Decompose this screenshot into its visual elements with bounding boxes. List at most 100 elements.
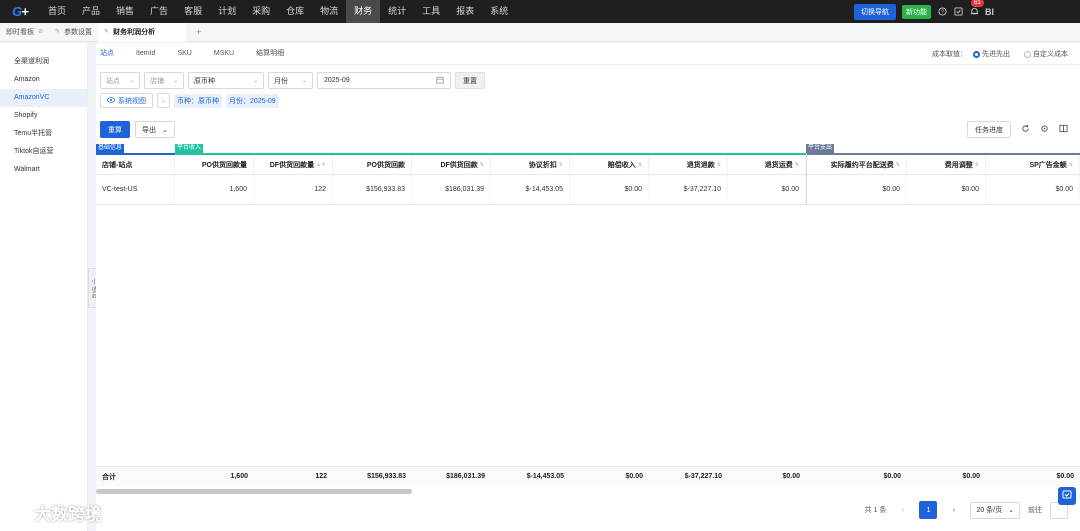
col-po-amount[interactable]: PO供货回款 — [333, 155, 412, 174]
columns-icon[interactable] — [1059, 124, 1068, 135]
total-sp-ads: $0.00 — [1056, 473, 1074, 480]
help-icon[interactable]: ? — [937, 7, 947, 17]
sort-icon[interactable]: ⇅ — [975, 162, 979, 168]
sidebar-item-all-channel[interactable]: 全渠道利润 — [0, 53, 87, 71]
total-po-amount: $156,933.83 — [367, 473, 406, 480]
task-check-icon[interactable] — [953, 7, 963, 17]
currency-select[interactable]: 原币种 ⌄ — [188, 72, 264, 89]
horizontal-scrollbar[interactable] — [96, 489, 412, 494]
period-type-select[interactable]: 月份 ⌄ — [268, 72, 313, 89]
column-divider — [806, 153, 807, 205]
col-store-site[interactable]: 店铺-站点 — [96, 155, 175, 174]
nav-item-finance[interactable]: 财务 — [346, 0, 381, 23]
month-picker[interactable]: 2025-09 — [317, 72, 451, 89]
col-df-qty[interactable]: DF供货回款量 ▲▼ — [254, 155, 333, 174]
nav-item-product[interactable]: 产品 — [74, 0, 108, 23]
floating-help-button[interactable] — [1058, 487, 1076, 505]
nav-item-warehouse[interactable]: 仓库 — [278, 0, 312, 23]
sidebar-item-walmart[interactable]: Walmart — [0, 161, 87, 179]
prev-page-button[interactable]: ‹ — [894, 502, 911, 519]
recalculate-button[interactable]: 重算 — [100, 121, 130, 138]
col-compensation[interactable]: 赔偿收入 ⇅ — [570, 155, 649, 174]
subtab-itemid[interactable]: ItemId — [136, 43, 155, 65]
cell-po-amount: $156,933.83 — [333, 175, 412, 204]
next-page-button[interactable]: › — [945, 502, 962, 519]
settings-icon[interactable] — [1040, 124, 1049, 135]
sidebar-item-shopify[interactable]: Shopify — [0, 107, 87, 125]
nav-item-stats[interactable]: 统计 — [380, 0, 414, 23]
col-discount[interactable]: 协议折扣 ⇅ — [491, 155, 570, 174]
radio-fifo[interactable]: 先进先出 — [973, 49, 1010, 59]
sort-icon[interactable]: ⇅ — [896, 162, 900, 168]
sort-icon[interactable]: ⇅ — [638, 162, 642, 168]
nav-item-service[interactable]: 客服 — [176, 0, 210, 23]
total-refund: $-37,227.10 — [684, 473, 722, 480]
pin-icon[interactable]: ✎ — [55, 23, 60, 42]
col-fee-adjust[interactable]: 费用调整 ⇅ — [907, 155, 986, 174]
col-sp-ads[interactable]: SP广告金额 ⇅ — [986, 155, 1080, 174]
col-po-qty[interactable]: PO供货回款量 — [175, 155, 254, 174]
page-size-select[interactable]: 20 条/页 ⌄ — [970, 501, 1020, 519]
export-button[interactable]: 导出 ⌄ — [135, 121, 175, 138]
nav-item-logistics[interactable]: 物流 — [312, 0, 346, 23]
switch-nav-button[interactable]: 切换导航 — [854, 3, 896, 20]
tab-profit-analysis[interactable]: ✎ 财务利润分析 — [98, 22, 187, 42]
new-feature-button[interactable]: 新功能 — [902, 4, 931, 19]
system-view-button[interactable]: 系统视图 — [100, 93, 153, 108]
store-select[interactable]: 店铺 ⌄ — [144, 72, 184, 89]
total-return-freight: $0.00 — [782, 473, 800, 480]
refresh-icon[interactable] — [1021, 124, 1030, 135]
nav-item-sales[interactable]: 销售 — [108, 0, 142, 23]
sidebar-item-amazon[interactable]: Amazon — [0, 71, 87, 89]
nav-item-ads[interactable]: 广告 — [142, 0, 176, 23]
pin-icon[interactable]: ⊘ — [38, 23, 43, 42]
chevron-left-icon: ‹| — [91, 279, 96, 285]
cell-df-amount: $186,031.39 — [412, 175, 491, 204]
subtab-site[interactable]: 站点 — [100, 43, 114, 65]
nav-item-purchase[interactable]: 采购 — [244, 0, 278, 23]
sort-icon[interactable]: ⇅ — [717, 162, 721, 168]
pin-icon[interactable]: ✎ — [104, 23, 109, 42]
nav-item-system[interactable]: 系统 — [482, 0, 516, 23]
brand-logo-icon — [6, 501, 30, 524]
nav-item-reports[interactable]: 报表 — [448, 0, 482, 23]
subtab-sku[interactable]: SKU — [177, 43, 191, 65]
sort-icon[interactable]: ⇅ — [795, 162, 799, 168]
tab-dashboard[interactable]: 即时看板 ⊘ — [0, 23, 49, 42]
action-row: 重算 导出 ⌄ — [100, 121, 175, 138]
table-row[interactable]: VC-test-US 1,600 122 $156,933.83 $186,03… — [96, 175, 1080, 205]
col-df-amount[interactable]: DF供货回款 ⇅ — [412, 155, 491, 174]
nav-item-home[interactable]: 首页 — [40, 0, 74, 23]
sidebar-item-amazonvc[interactable]: AmazonVC — [0, 89, 87, 107]
nav-item-plan[interactable]: 计划 — [210, 0, 244, 23]
sort-icon[interactable]: ▲▼ — [316, 162, 326, 168]
bell-icon[interactable]: 61 — [969, 0, 984, 17]
group-platform-expense: 平台支出 — [806, 144, 835, 153]
cell-sp-ads: $0.00 — [986, 175, 1080, 204]
col-fulfillment-fee[interactable]: 实际履约平台配送费 ⇅ — [806, 155, 907, 174]
sidebar-item-temu[interactable]: Temu半托管 — [0, 125, 87, 143]
subtab-settlement[interactable]: 结算明细 — [256, 43, 284, 65]
bi-label[interactable]: BI — [985, 7, 994, 17]
sidebar-item-tiktok[interactable]: Tiktok自运营 — [0, 143, 87, 161]
goto-label: 前往 — [1028, 507, 1042, 514]
sort-icon[interactable]: ⇅ — [480, 162, 484, 168]
tab-params[interactable]: ✎ 参数设置 — [49, 23, 98, 42]
add-tab-button[interactable]: + — [186, 27, 211, 37]
col-return-freight[interactable]: 退货运费 ⇅ — [728, 155, 806, 174]
cost-method-label: 成本取值： — [932, 51, 967, 58]
nav-items: 首页 产品 销售 广告 客服 计划 采购 仓库 物流 财务 统计 工具 报表 系… — [40, 0, 516, 23]
nav-item-tools[interactable]: 工具 — [414, 0, 448, 23]
task-progress-button[interactable]: 任务进度 — [967, 121, 1011, 138]
col-refund[interactable]: 退货退款 ⇅ — [649, 155, 728, 174]
cell-refund: $-37,227.10 — [649, 175, 728, 204]
site-select[interactable]: 站点 ⌄ — [100, 72, 140, 89]
subtab-msku[interactable]: MSKU — [214, 43, 234, 65]
page-number[interactable]: 1 — [919, 501, 938, 519]
reset-button[interactable]: 重置 — [455, 72, 485, 89]
view-dropdown-button[interactable]: ⌄ — [157, 93, 170, 108]
app-logo[interactable]: G+ — [0, 0, 40, 23]
sort-icon[interactable]: ⇅ — [1069, 162, 1073, 168]
radio-custom-cost[interactable]: 自定义成本 — [1024, 49, 1068, 59]
sort-icon[interactable]: ⇅ — [559, 162, 563, 168]
